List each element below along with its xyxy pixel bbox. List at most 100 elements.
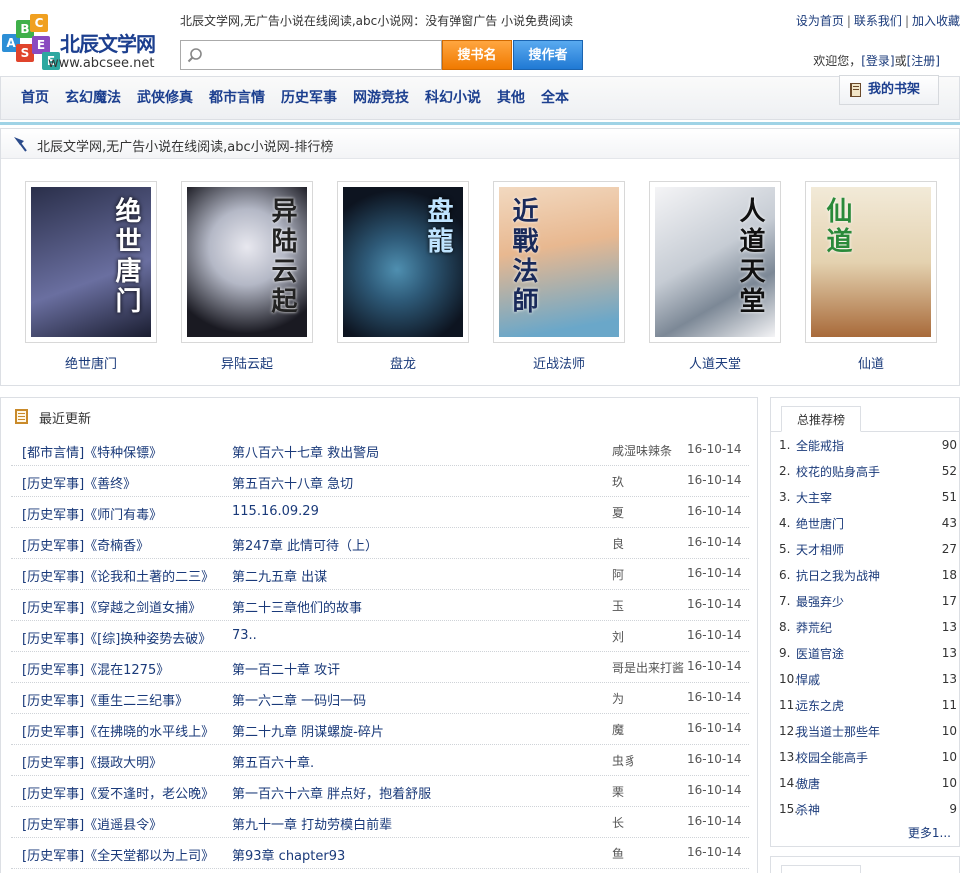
nav-item-history[interactable]: 历史军事 bbox=[281, 87, 337, 107]
book-title-link[interactable]: [都市言情]《特种保镖》 bbox=[22, 442, 232, 461]
book-link[interactable]: 医道官途 bbox=[796, 645, 844, 662]
second-side-tab[interactable] bbox=[781, 865, 861, 873]
book-cover-frame[interactable]: 仙道 bbox=[805, 181, 937, 343]
book-cover-frame[interactable]: 近戰法師 bbox=[493, 181, 625, 343]
add-favorite-link[interactable]: 加入收藏 bbox=[912, 14, 960, 28]
book-name[interactable]: 仙道 bbox=[805, 353, 937, 372]
book-name[interactable]: 盘龙 bbox=[337, 353, 469, 372]
login-link[interactable]: [登录] bbox=[861, 54, 894, 68]
my-bookshelf-button[interactable]: 我的书架 bbox=[839, 75, 939, 105]
book-title-link[interactable]: [历史军事]《逍遥县令》 bbox=[22, 814, 232, 833]
book-title-link[interactable]: [历史军事]《摄政大明》 bbox=[22, 752, 232, 771]
book-title-link[interactable]: [历史军事]《穿越之剑道女捕》 bbox=[22, 597, 232, 616]
author-name: 虫豸 bbox=[612, 754, 637, 768]
book-cover[interactable]: 绝世唐门 bbox=[31, 187, 151, 337]
vote-count: 10 bbox=[941, 724, 957, 738]
chapter-link[interactable]: 第93章 chapter93 bbox=[232, 845, 610, 864]
chapter-link[interactable]: 第一六二章 一码归一码 bbox=[232, 690, 610, 709]
book-title-link[interactable]: [历史军事]《善终》 bbox=[22, 473, 232, 492]
book-cover-title: 仙道 bbox=[822, 197, 852, 257]
welcome-text: 欢迎您， bbox=[813, 54, 862, 68]
book-link[interactable]: 校园全能高手 bbox=[796, 749, 868, 766]
contact-us-link[interactable]: 联系我们 bbox=[854, 14, 902, 28]
site-logo[interactable]: A B C S E E 北辰文学网 www.abcsee.net bbox=[0, 14, 170, 74]
chapter-link[interactable]: 第二九五章 出谋 bbox=[232, 566, 610, 585]
chapter-link[interactable]: 115.16.09.29 bbox=[232, 504, 610, 519]
book-title-link[interactable]: [历史军事]《论我和土著的二三》 bbox=[22, 566, 232, 585]
book-cover-frame[interactable]: 绝世唐门 bbox=[25, 181, 157, 343]
register-link[interactable]: [注册] bbox=[907, 54, 940, 68]
update-date: 16-10-14 bbox=[687, 628, 742, 642]
book-link[interactable]: 远东之虎 bbox=[796, 697, 844, 714]
book-link[interactable]: 傲唐 bbox=[796, 775, 820, 792]
book-link[interactable]: 杀神 bbox=[796, 801, 820, 818]
book-cover-frame[interactable]: 异陆云起 bbox=[181, 181, 313, 343]
book-link[interactable]: 校花的贴身高手 bbox=[796, 463, 880, 480]
book-cover[interactable]: 近戰法師 bbox=[499, 187, 619, 337]
book-title-link[interactable]: [历史军事]《在拂晓的水平线上》 bbox=[22, 721, 232, 740]
book-link[interactable]: 绝世唐门 bbox=[796, 515, 844, 532]
book-name[interactable]: 异陆云起 bbox=[181, 353, 313, 372]
chapter-link[interactable]: 第九十一章 打劫劳模白前辈 bbox=[232, 814, 610, 833]
book-name[interactable]: 人道天堂 bbox=[649, 353, 781, 372]
book-title-link[interactable]: [历史军事]《混在1275》 bbox=[22, 659, 232, 678]
book-cover-frame[interactable]: 盘龍 bbox=[337, 181, 469, 343]
ranking-book[interactable]: 盘龍 盘龙 bbox=[337, 181, 469, 372]
book-link[interactable]: 最强弃少 bbox=[796, 593, 844, 610]
book-title-link[interactable]: [历史军事]《重生二三纪事》 bbox=[22, 690, 232, 709]
nav-item-other[interactable]: 其他 bbox=[497, 87, 525, 107]
nav-item-wuxia[interactable]: 武侠修真 bbox=[137, 87, 193, 107]
book-name[interactable]: 绝世唐门 bbox=[25, 353, 157, 372]
set-homepage-link[interactable]: 设为首页 bbox=[796, 14, 844, 28]
book-link[interactable]: 我当道士那些年 bbox=[796, 723, 880, 740]
book-title-link[interactable]: [历史军事]《师门有毒》 bbox=[22, 504, 232, 523]
book-title-link[interactable]: [历史军事]《[综]换种姿势去破》 bbox=[22, 628, 232, 647]
search-by-author-button[interactable]: 搜作者 bbox=[513, 40, 583, 70]
book-cover[interactable]: 人道天堂 bbox=[655, 187, 775, 337]
chapter-link[interactable]: 第五百六十章. bbox=[232, 752, 610, 771]
chapter-link[interactable]: 第八百六十七章 救出警局 bbox=[232, 442, 610, 461]
book-title-link[interactable]: [历史军事]《全天堂都以为上司》 bbox=[22, 845, 232, 864]
book-link[interactable]: 全能戒指 bbox=[796, 437, 844, 454]
chapter-link[interactable]: 第二十三章他们的故事 bbox=[232, 597, 610, 616]
chapter-link[interactable]: 第二十九章 阴谋螺旋-碎片 bbox=[232, 721, 610, 740]
list-item: 15. 杀神 9 bbox=[779, 796, 957, 822]
search-input[interactable] bbox=[207, 43, 437, 67]
nav-item-urban[interactable]: 都市言情 bbox=[209, 87, 265, 107]
book-title-link[interactable]: [历史军事]《爱不逢时，老公晚》 bbox=[22, 783, 232, 802]
book-cover[interactable]: 盘龍 bbox=[343, 187, 463, 337]
chapter-link[interactable]: 第五百六十八章 急切 bbox=[232, 473, 610, 492]
ranking-book[interactable]: 仙道 仙道 bbox=[805, 181, 937, 372]
book-link[interactable]: 天才相师 bbox=[796, 541, 844, 558]
chapter-link[interactable]: 第一百二十章 攻讦 bbox=[232, 659, 610, 678]
book-cover[interactable]: 仙道 bbox=[811, 187, 931, 337]
nav-item-fantasy[interactable]: 玄幻魔法 bbox=[65, 87, 121, 107]
book-link[interactable]: 大主宰 bbox=[796, 489, 832, 506]
update-date: 16-10-14 bbox=[687, 845, 742, 859]
chapter-link[interactable]: 第一百六十六章 胖点好，抱着舒服 bbox=[232, 783, 610, 802]
nav-item-home[interactable]: 首页 bbox=[21, 87, 49, 107]
tab-total-recommend[interactable]: 总推荐榜 bbox=[781, 406, 861, 432]
book-link[interactable]: 抗日之我为战神 bbox=[796, 567, 880, 584]
book-link[interactable]: 莽荒纪 bbox=[796, 619, 832, 636]
chapter-link[interactable]: 第247章 此情可待（上） bbox=[232, 535, 610, 554]
chapter-link[interactable]: 73.. bbox=[232, 628, 610, 643]
book-cover-frame[interactable]: 人道天堂 bbox=[649, 181, 781, 343]
nav-item-gaming[interactable]: 网游竞技 bbox=[353, 87, 409, 107]
search-by-title-button[interactable]: 搜书名 bbox=[442, 40, 512, 70]
nav-item-complete[interactable]: 全本 bbox=[541, 87, 569, 107]
vote-count: 43 bbox=[941, 516, 957, 530]
table-row: [历史军事]《师门有毒》 115.16.09.29 夏 16-10-14 bbox=[11, 497, 749, 528]
ranking-book[interactable]: 近戰法師 近战法师 bbox=[493, 181, 625, 372]
book-link[interactable]: 悍戚 bbox=[796, 671, 820, 688]
nav-item-scifi[interactable]: 科幻小说 bbox=[425, 87, 481, 107]
list-item: 12. 我当道士那些年 10 bbox=[779, 718, 957, 744]
ranking-book[interactable]: 人道天堂 人道天堂 bbox=[649, 181, 781, 372]
list-item: 5. 天才相师 27 bbox=[779, 536, 957, 562]
book-cover[interactable]: 异陆云起 bbox=[187, 187, 307, 337]
ranking-book[interactable]: 异陆云起 异陆云起 bbox=[181, 181, 313, 372]
ranking-book[interactable]: 绝世唐门 绝世唐门 bbox=[25, 181, 157, 372]
book-name[interactable]: 近战法师 bbox=[493, 353, 625, 372]
more-link[interactable]: 更多1... bbox=[908, 824, 951, 841]
book-title-link[interactable]: [历史军事]《奇楠香》 bbox=[22, 535, 232, 554]
